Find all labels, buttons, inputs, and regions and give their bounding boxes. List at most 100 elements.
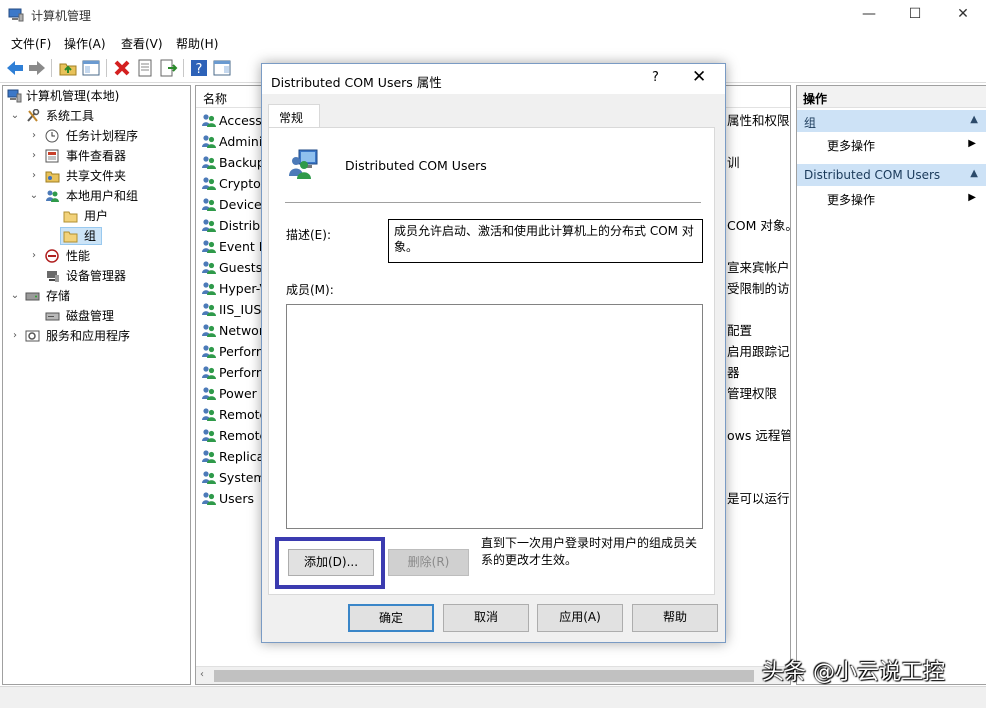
list-item-name: Users <box>219 491 255 506</box>
computer-management-icon <box>7 89 22 103</box>
list-item-description: COM 对象。 <box>727 218 791 233</box>
tree-item-label: 任务计划程序 <box>66 129 139 143</box>
column-header-name[interactable]: 名称 <box>203 90 227 107</box>
maximize-button[interactable]: ☐ <box>892 0 938 31</box>
dialog-help-button[interactable]: ? <box>652 70 659 85</box>
collapse-arrow-icon[interactable]: ▲ <box>970 114 978 125</box>
description-field[interactable]: 成员允许启动、激活和使用此计算机上的分布式 COM 对象。 <box>388 219 703 263</box>
up-folder-icon[interactable] <box>58 58 78 78</box>
group-icon <box>202 240 216 253</box>
tab-label: 常规 <box>279 111 304 125</box>
apply-button[interactable]: 应用(A) <box>537 604 623 632</box>
menu-view[interactable]: 查看(V) <box>121 35 163 52</box>
action-section-distributed-com-users[interactable]: Distributed COM Users ▲ <box>797 164 986 186</box>
list-item-description: 是可以运行大 <box>727 491 790 506</box>
cancel-button[interactable]: 取消 <box>443 604 529 632</box>
membership-change-note: 直到下一次用户登录时对用户的组成员关系的更改才生效。 <box>481 536 698 567</box>
group-icon <box>202 303 216 316</box>
menu-bar: 文件(F) 操作(A) 查看(V) 帮助(H) <box>0 31 986 53</box>
list-item-name: Remote <box>219 407 268 422</box>
collapsed-chevron-icon[interactable]: › <box>29 246 39 266</box>
tree-item-label: 磁盘管理 <box>66 309 115 323</box>
dialog-close-button[interactable]: ✕ <box>692 67 706 87</box>
list-item-name: Device <box>219 197 262 212</box>
collapsed-chevron-icon[interactable]: › <box>10 326 20 346</box>
horizontal-scrollbar[interactable]: ‹ <box>196 666 790 684</box>
group-icon <box>202 366 216 379</box>
collapsed-chevron-icon[interactable]: › <box>29 126 39 146</box>
show-tree-icon[interactable] <box>81 58 101 78</box>
collapsed-chevron-icon[interactable]: › <box>29 166 39 186</box>
tree-item-label: 系统工具 <box>46 109 95 123</box>
dialog-title: Distributed COM Users 属性 <box>271 75 442 90</box>
back-arrow-icon[interactable] <box>5 58 25 78</box>
more-actions-item[interactable]: 更多操作 <box>827 137 875 154</box>
more-actions-item[interactable]: 更多操作 <box>827 191 875 208</box>
tree-item-label: 组 <box>84 229 97 243</box>
status-bar <box>0 686 986 708</box>
separator <box>285 202 701 203</box>
scroll-left-icon[interactable]: ‹ <box>200 669 204 680</box>
group-name: Distributed COM Users <box>345 158 487 173</box>
submenu-arrow-icon[interactable]: ▶ <box>968 192 976 203</box>
menu-file[interactable]: 文件(F) <box>11 35 51 52</box>
collapsed-chevron-icon[interactable]: › <box>29 146 39 166</box>
group-icon <box>202 114 216 127</box>
list-item-description: 宣来宾帐户的 <box>727 260 790 275</box>
event-viewer-icon <box>45 149 59 163</box>
group-icon <box>202 471 216 484</box>
action-pane-title: 操作 <box>797 86 986 108</box>
group-icon <box>202 492 216 505</box>
expanded-chevron-icon[interactable]: ⌄ <box>10 106 20 126</box>
dialog-title-bar: Distributed COM Users 属性 ? ✕ <box>262 64 725 94</box>
minimize-button[interactable]: — <box>846 0 892 31</box>
group-icon <box>202 156 216 169</box>
help-button[interactable]: 帮助 <box>632 604 718 632</box>
collapse-arrow-icon[interactable]: ▲ <box>970 168 978 179</box>
expanded-chevron-icon[interactable]: ⌄ <box>10 286 20 306</box>
tab-general[interactable]: 常规 <box>268 104 320 128</box>
remove-member-button[interactable]: 删除(R) <box>388 549 469 576</box>
expanded-chevron-icon[interactable]: ⌄ <box>29 186 39 206</box>
tree-item-label: 事件查看器 <box>66 149 127 163</box>
folder-icon <box>63 231 78 243</box>
list-item-name: Access <box>219 113 262 128</box>
group-icon <box>202 282 216 295</box>
svg-text:?: ? <box>196 62 203 77</box>
properties-icon[interactable] <box>135 58 155 78</box>
help-icon[interactable]: ? <box>189 58 209 78</box>
menu-action[interactable]: 操作(A) <box>64 35 106 52</box>
forward-arrow-icon[interactable] <box>27 58 47 78</box>
group-icon <box>202 408 216 421</box>
list-item-description: 管理权限 <box>727 386 778 401</box>
title-bar: 计算机管理 — ☐ ✕ <box>0 0 986 31</box>
submenu-arrow-icon[interactable]: ▶ <box>968 138 976 149</box>
action-section-groups[interactable]: 组 ▲ <box>797 110 986 132</box>
list-item-name: Guests <box>219 260 263 275</box>
close-button[interactable]: ✕ <box>940 0 986 31</box>
watermark: 头条 @小云说工控 <box>762 660 945 685</box>
scrollbar-thumb[interactable] <box>214 670 754 682</box>
group-icon <box>202 261 216 274</box>
ok-button[interactable]: 确定 <box>348 604 434 632</box>
group-icon <box>202 198 216 211</box>
tree-item-label: 性能 <box>66 249 91 263</box>
tree-item-label: 计算机管理(本地) <box>26 89 120 103</box>
folder-icon <box>63 211 78 223</box>
shared-folder-icon <box>45 171 60 183</box>
list-item-description: ows 远程管理 <box>727 428 790 443</box>
members-list[interactable] <box>286 304 703 529</box>
group-icon <box>202 450 216 463</box>
members-label: 成员(M): <box>286 283 334 297</box>
description-label: 描述(E): <box>286 228 331 242</box>
show-action-pane-icon[interactable] <box>212 58 232 78</box>
group-icon <box>202 429 216 442</box>
tree-item-label: 服务和应用程序 <box>46 329 131 343</box>
delete-icon[interactable] <box>112 58 132 78</box>
list-item-description: 器 <box>727 365 740 380</box>
export-list-icon[interactable] <box>158 58 178 78</box>
list-item-name: System <box>219 470 266 485</box>
computer-management-icon <box>8 8 24 22</box>
add-member-button[interactable]: 添加(D)... <box>288 549 374 576</box>
menu-help[interactable]: 帮助(H) <box>176 35 218 52</box>
